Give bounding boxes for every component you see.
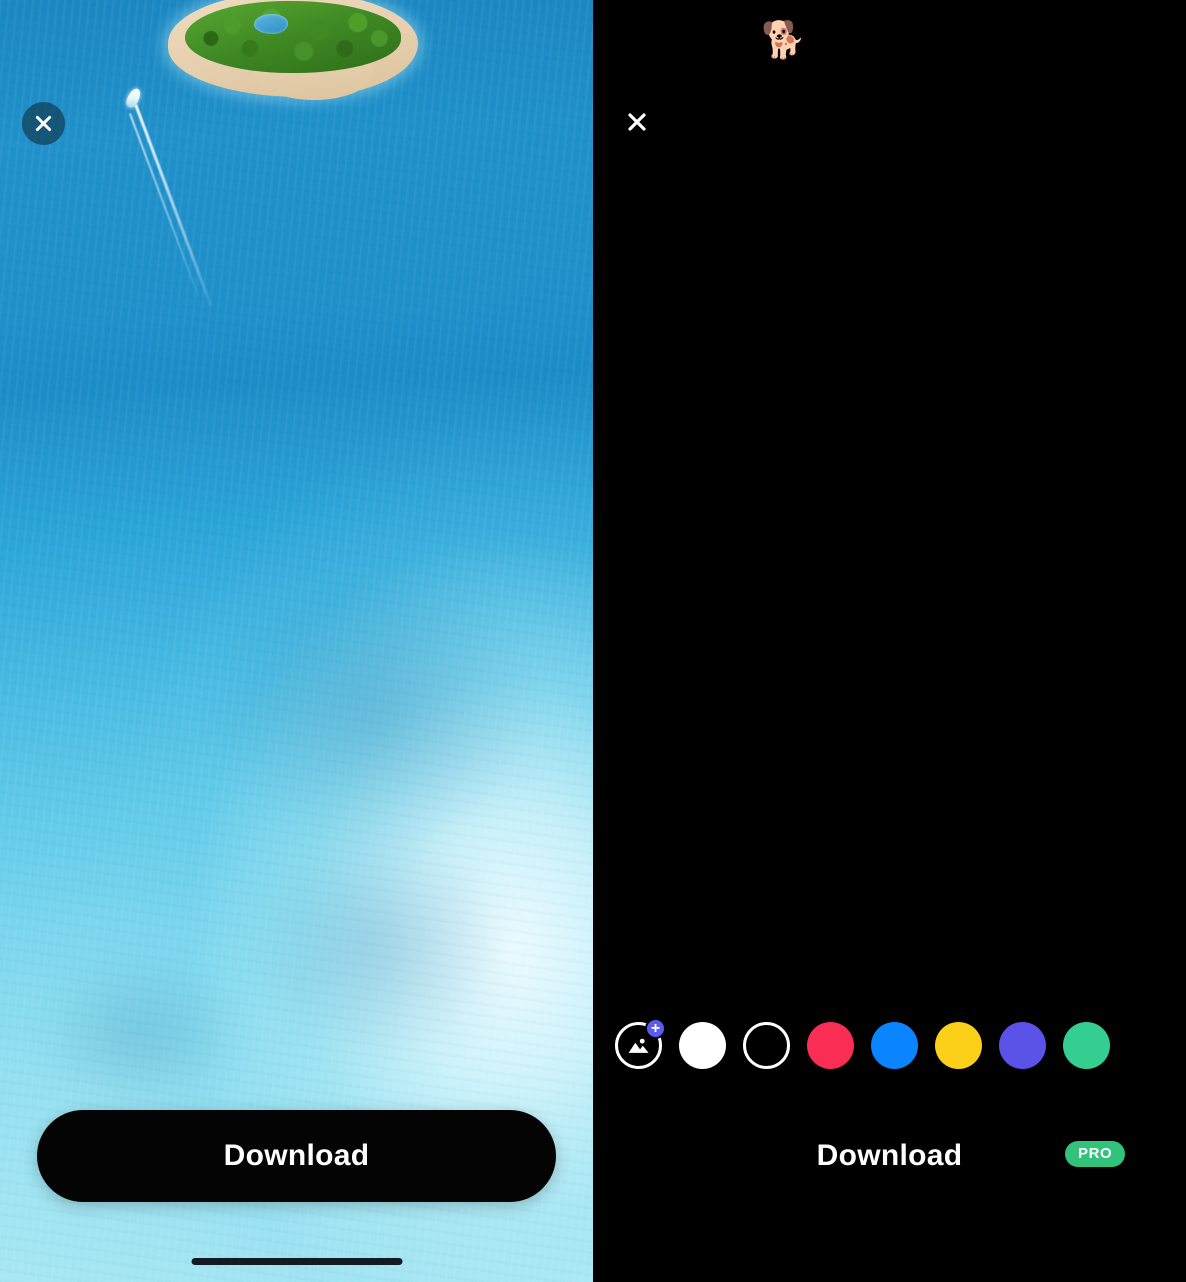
swatch-white[interactable] (679, 1022, 726, 1069)
add-photo-background-button[interactable]: + (615, 1018, 666, 1069)
pro-badge[interactable]: PRO (1065, 1141, 1126, 1167)
close-icon (33, 113, 54, 134)
close-icon (625, 110, 649, 139)
background-color-picker: + (593, 1018, 1186, 1069)
close-button[interactable] (617, 104, 657, 144)
swatch-green[interactable] (1063, 1022, 1110, 1069)
swatch-purple[interactable] (999, 1022, 1046, 1069)
island-graphic (168, 0, 418, 100)
sticker-dog-emoji[interactable]: 🐕 (761, 22, 806, 58)
download-button-label: Download (223, 1139, 370, 1172)
screenshot-pair: Download 🐕 + Download PRO (0, 0, 1186, 1282)
editor-download-bar: Download PRO (593, 1130, 1186, 1182)
download-button[interactable]: Download (37, 1110, 556, 1202)
close-button[interactable] (22, 102, 65, 145)
wallpaper-editor-screen: 🐕 + Download PRO (593, 0, 1186, 1282)
download-button[interactable]: Download (817, 1139, 963, 1173)
island-lagoon (254, 14, 288, 34)
reef-patch (210, 560, 540, 860)
reef-patch (250, 830, 510, 1060)
wallpaper-preview-screen: Download (0, 0, 593, 1282)
home-indicator (191, 1258, 402, 1265)
swatch-blue[interactable] (871, 1022, 918, 1069)
swatch-pink[interactable] (807, 1022, 854, 1069)
island-vegetation (185, 1, 401, 73)
plus-badge-icon: + (645, 1018, 666, 1039)
reef-patch (40, 960, 240, 1110)
swatch-black[interactable] (743, 1022, 790, 1069)
swatch-yellow[interactable] (935, 1022, 982, 1069)
